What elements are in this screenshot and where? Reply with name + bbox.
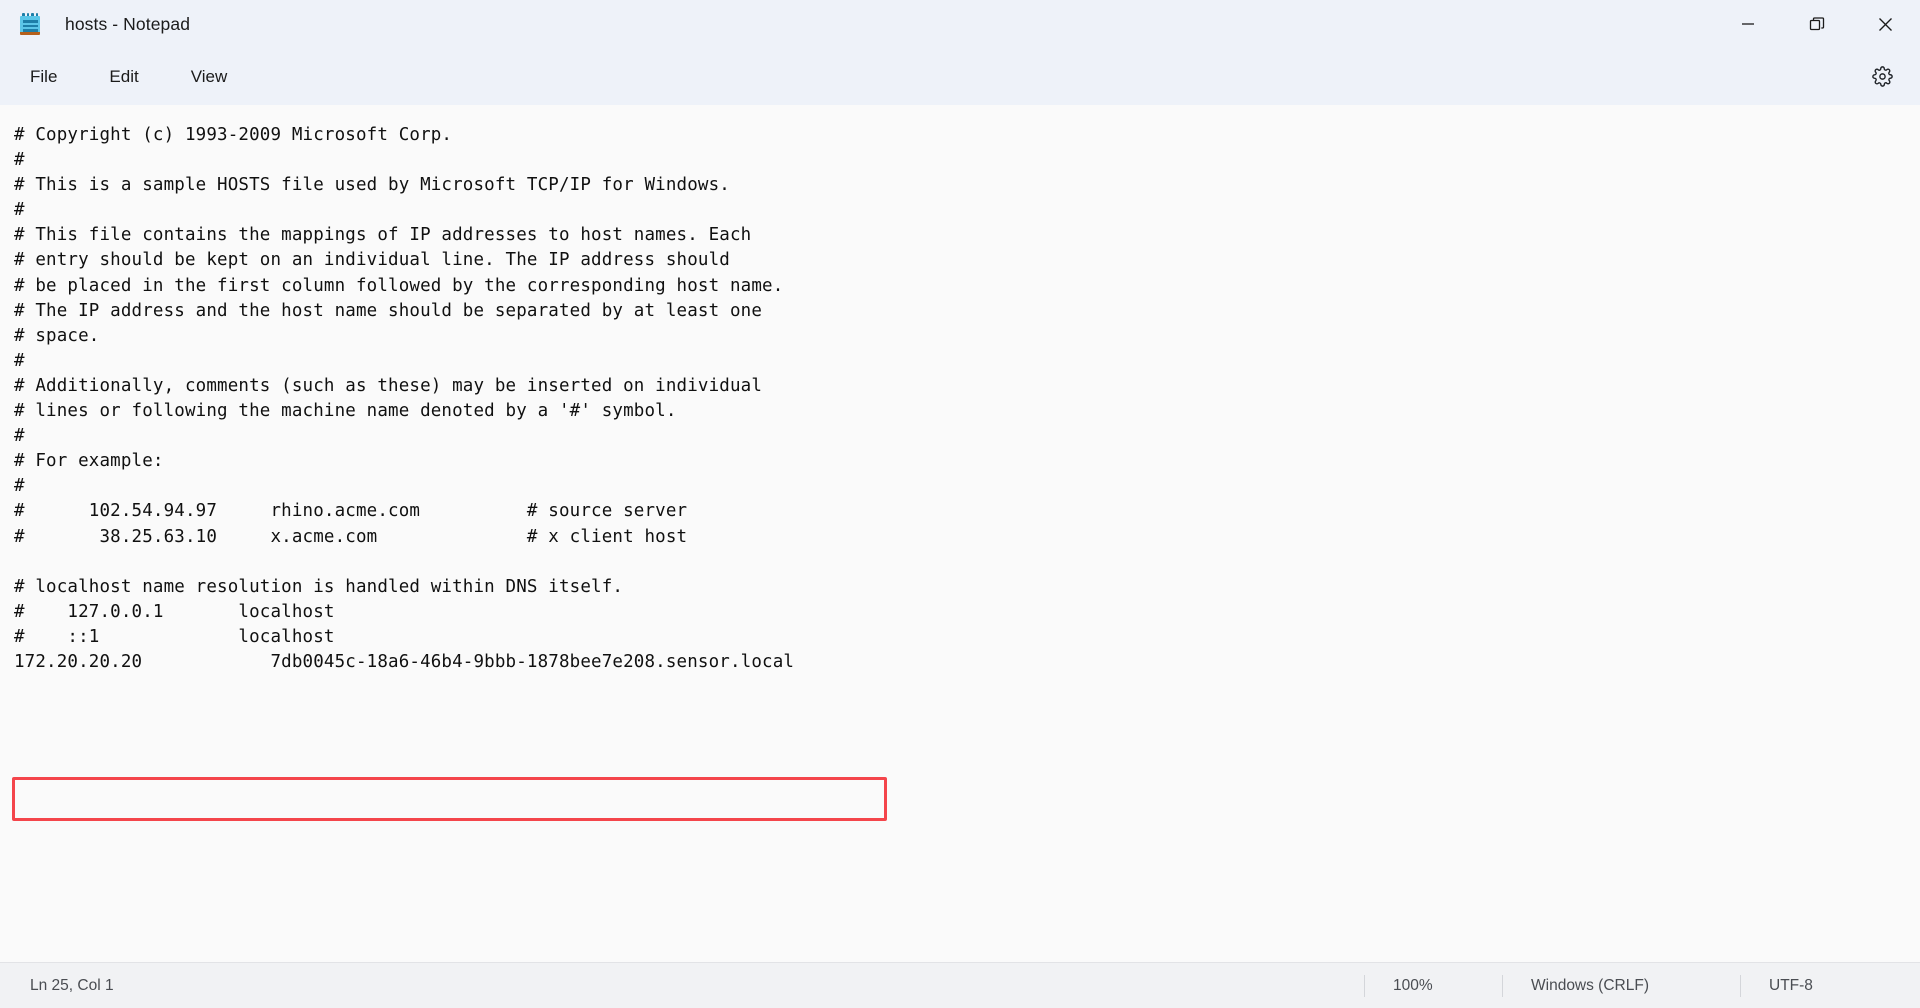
title-bar: hosts - Notepad (0, 0, 1920, 48)
notepad-window: hosts - Notepad File Edit View # Copyrig… (0, 0, 1920, 1008)
code-line: # (14, 150, 25, 171)
menu-item-edit[interactable]: Edit (93, 60, 154, 94)
code-line: # localhost name resolution is handled w… (14, 576, 624, 597)
code-line: # 38.25.63.10 x.acme.com # x client host (14, 526, 688, 547)
zoom-level[interactable]: 100% (1364, 974, 1502, 997)
notepad-icon (19, 13, 41, 35)
code-line: # entry should be kept on an individual … (14, 250, 730, 271)
code-line: # (14, 426, 25, 447)
minimize-button[interactable] (1713, 0, 1782, 48)
window-title: hosts - Notepad (65, 13, 191, 34)
menu-item-file[interactable]: File (14, 60, 73, 94)
close-button[interactable] (1851, 0, 1920, 48)
code-line: # ::1 localhost (14, 626, 335, 647)
code-line: # 102.54.94.97 rhino.acme.com # source s… (14, 501, 688, 522)
code-line: # 127.0.0.1 localhost (14, 601, 335, 622)
code-line: # (14, 476, 25, 497)
highlighted-host-entry-box (12, 777, 887, 821)
menu-item-view[interactable]: View (175, 60, 244, 94)
code-line: # This is a sample HOSTS file used by Mi… (14, 175, 730, 196)
minimize-icon (1741, 23, 1754, 25)
code-line: # lines or following the machine name de… (14, 401, 677, 422)
code-line: # Copyright (c) 1993-2009 Microsoft Corp… (14, 125, 453, 145)
hosts-file-content[interactable]: # Copyright (c) 1993-2009 Microsoft Corp… (14, 123, 1920, 675)
code-line: # Additionally, comments (such as these)… (14, 375, 763, 396)
text-editor-area[interactable]: # Copyright (c) 1993-2009 Microsoft Corp… (0, 105, 1920, 962)
code-line: # space. (14, 325, 100, 346)
restore-button[interactable] (1782, 0, 1851, 48)
code-line: # be placed in the first column followed… (14, 275, 784, 296)
status-bar-right-group: 100% Windows (CRLF) UTF-8 (1364, 963, 1920, 1008)
encoding-indicator[interactable]: UTF-8 (1740, 974, 1920, 997)
code-line: # (14, 200, 25, 221)
cursor-position-indicator: Ln 25, Col 1 (30, 976, 114, 994)
code-line: # This file contains the mappings of IP … (14, 225, 752, 246)
close-icon (1879, 17, 1892, 31)
code-line: # For example: (14, 451, 164, 472)
code-line: 172.20.20.20 7db0045c-18a6-46b4-9bbb-187… (14, 651, 795, 672)
gear-icon (1871, 66, 1893, 87)
line-ending-indicator[interactable]: Windows (CRLF) (1502, 974, 1740, 997)
code-line: # (14, 350, 25, 371)
restore-icon (1809, 17, 1824, 31)
status-bar: Ln 25, Col 1 100% Windows (CRLF) UTF-8 (0, 962, 1920, 1008)
window-controls (1713, 0, 1920, 48)
code-line: # The IP address and the host name shoul… (14, 300, 763, 321)
settings-button[interactable] (1862, 57, 1902, 97)
menu-bar: File Edit View (0, 48, 1920, 105)
